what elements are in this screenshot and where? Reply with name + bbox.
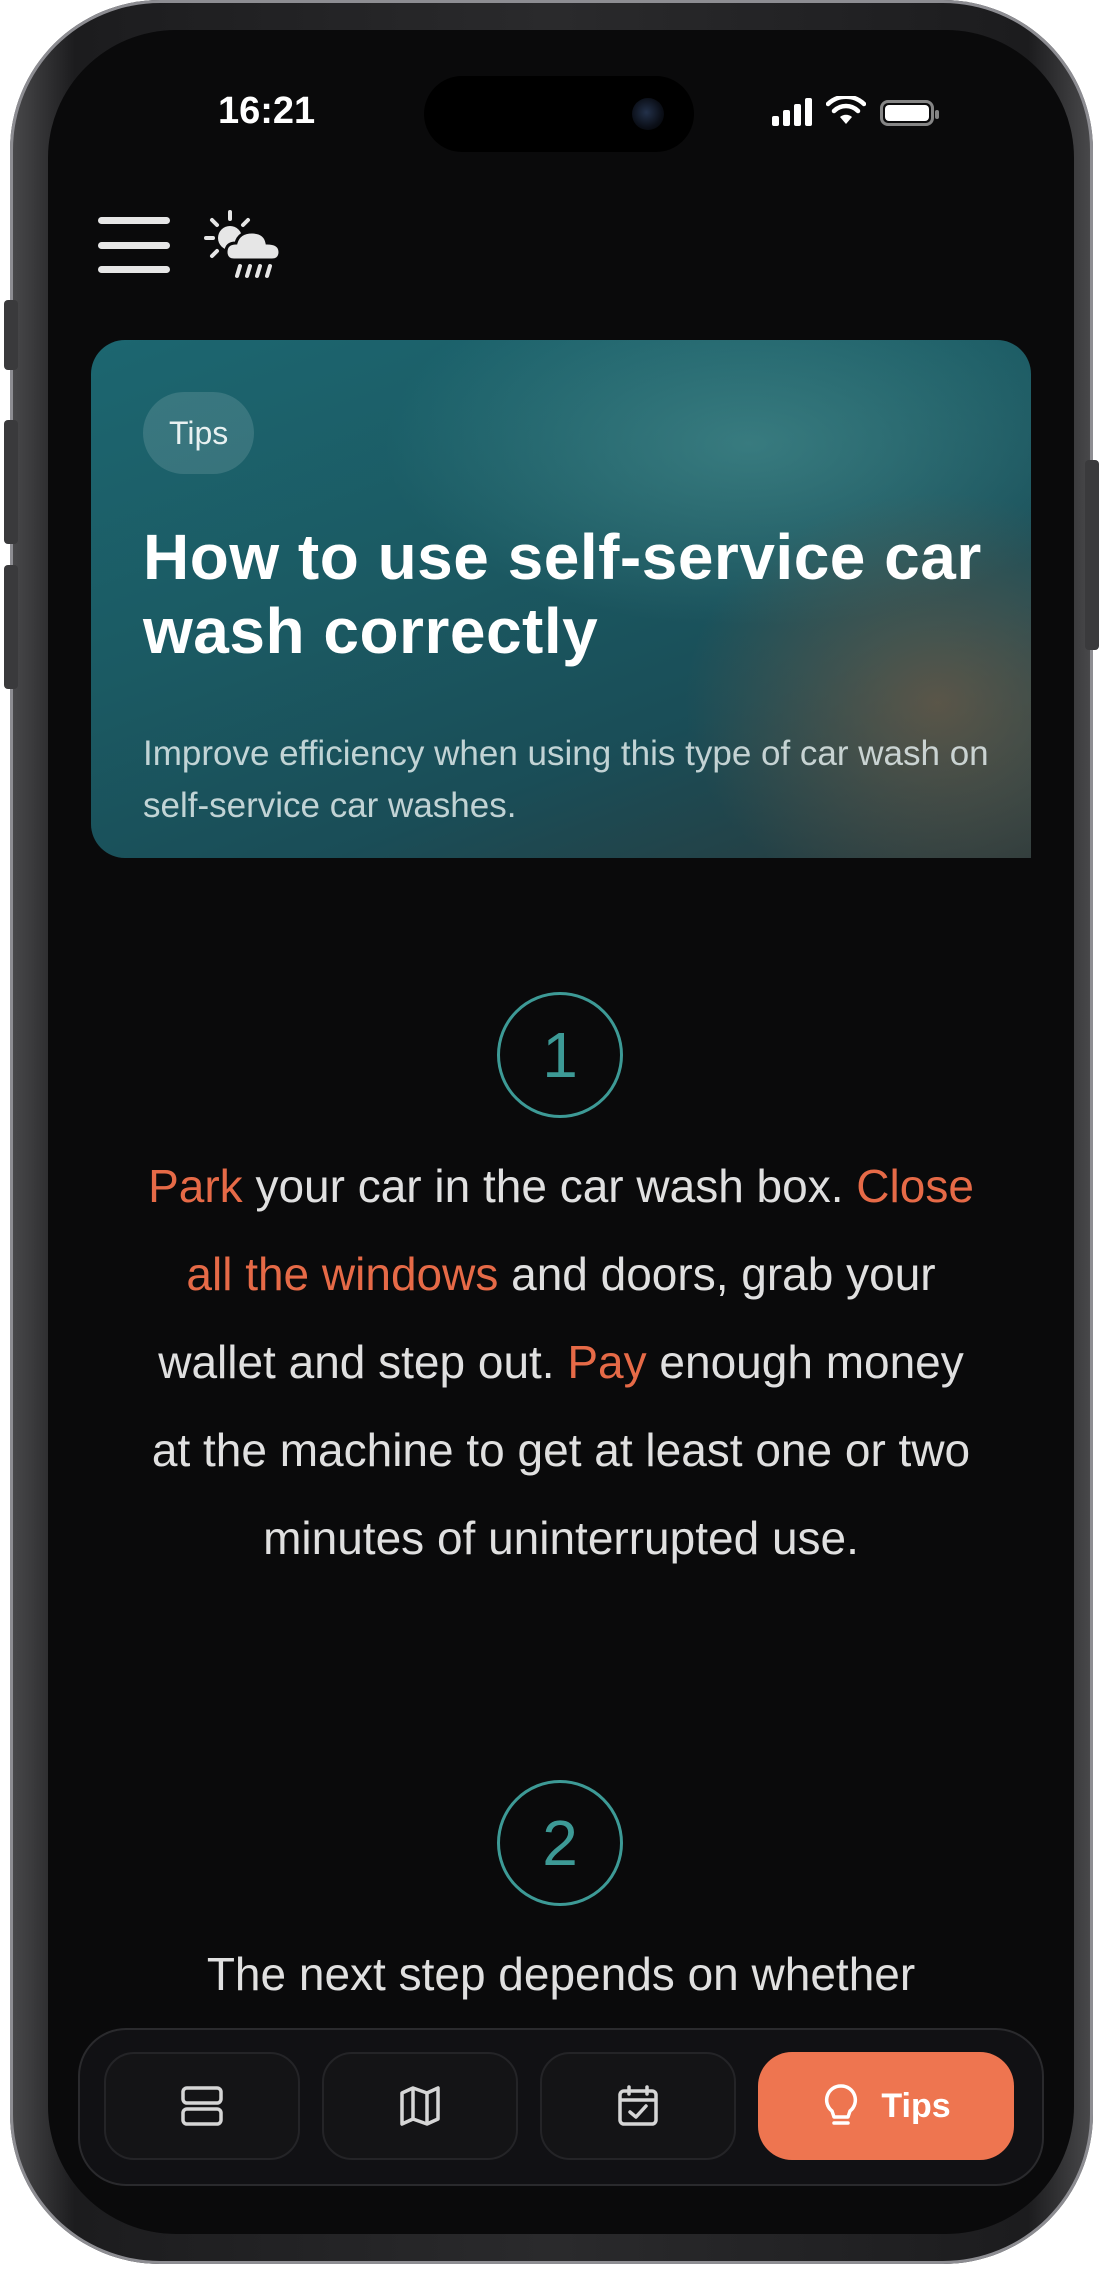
dynamic-island <box>424 76 694 152</box>
lightbulb-icon <box>825 2084 858 2125</box>
article-subtitle: Improve efficiency when using this type … <box>143 734 989 825</box>
nav-calendar-button[interactable] <box>540 2052 736 2160</box>
map-icon <box>400 2086 440 2126</box>
nav-tips-label: Tips <box>881 2086 951 2125</box>
app-screen: 16:21 Tips How to use self-service car w… <box>48 30 1074 2234</box>
hero-card[interactable]: Tips How to use self-service car wash co… <box>91 340 1031 858</box>
nav-tips-button[interactable]: Tips <box>758 2052 1014 2160</box>
step-number-badge: 2 <box>497 1780 623 1906</box>
step-text: The next step depends on whether <box>138 1930 984 2018</box>
power-button <box>1085 460 1099 650</box>
wifi-icon <box>826 96 866 124</box>
phone-frame: 16:21 Tips How to use self-service car w… <box>4 0 1099 2264</box>
battery-icon <box>880 100 939 126</box>
article-title: How to use self-service car wash correct… <box>143 521 982 667</box>
step-text-segment: The next step depends on whether <box>206 1948 916 2000</box>
nav-map-button[interactable] <box>322 2052 518 2160</box>
sun-cloud-rain-icon <box>204 210 290 280</box>
tips-badge: Tips <box>143 392 255 474</box>
volume-up-button <box>4 420 18 544</box>
status-bar: 16:21 <box>48 30 1074 180</box>
action-button <box>4 300 18 370</box>
calendar-check-icon <box>618 2085 658 2126</box>
bottom-navigation: Tips <box>78 2028 1044 2186</box>
volume-down-button <box>4 565 18 689</box>
status-icons <box>772 96 939 126</box>
front-camera <box>632 98 664 130</box>
list-layout-icon <box>181 2086 223 2126</box>
hamburger-menu-icon[interactable] <box>98 217 170 273</box>
nav-list-button[interactable] <box>104 2052 300 2160</box>
step-number-badge: 1 <box>497 992 623 1118</box>
step-text: Park your car in the car wash box. Close… <box>138 1142 984 1582</box>
top-bar <box>98 210 290 280</box>
step-text-segment: your car in the car wash box. <box>242 1160 857 1212</box>
highlight-pay: Pay <box>567 1336 647 1388</box>
status-time: 16:21 <box>218 90 316 132</box>
cellular-signal-icon <box>772 98 812 126</box>
highlight-park: Park <box>148 1160 243 1212</box>
